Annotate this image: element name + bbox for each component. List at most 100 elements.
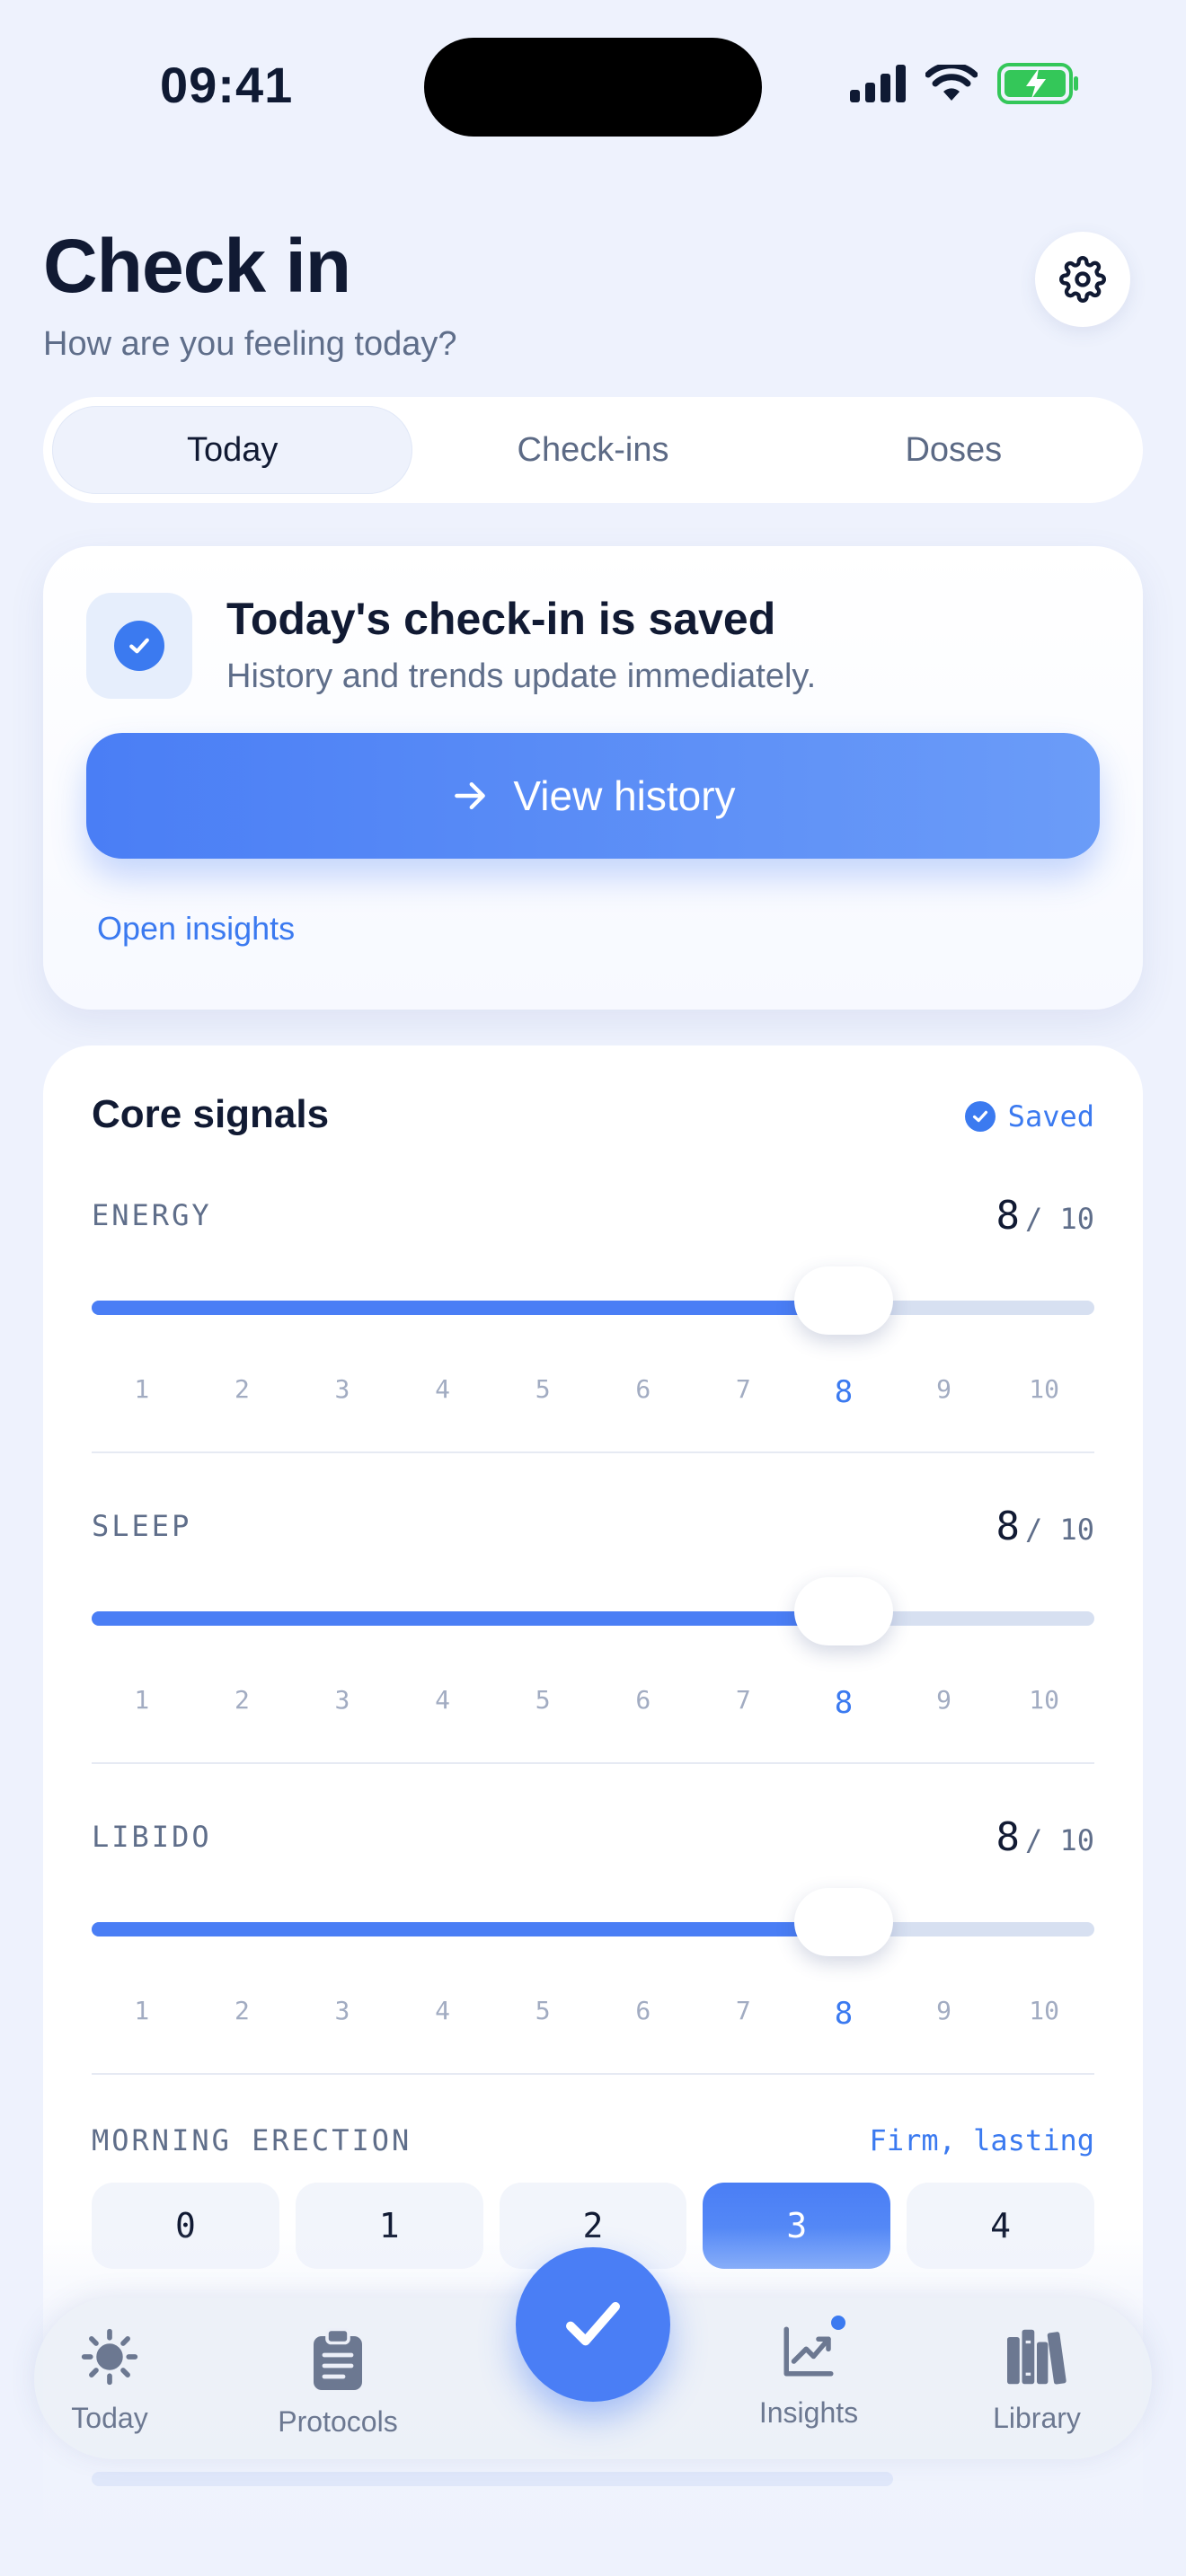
tabbar-label: Protocols bbox=[278, 2405, 398, 2438]
slider-tick[interactable]: 1 bbox=[92, 1374, 192, 1410]
slider-tick[interactable]: 10 bbox=[994, 1374, 1094, 1410]
slider-thumb[interactable] bbox=[794, 1266, 893, 1335]
wifi-icon bbox=[925, 65, 978, 101]
chart-trend-icon bbox=[779, 2316, 845, 2384]
slider-tick[interactable]: 7 bbox=[694, 1996, 794, 2032]
books-icon bbox=[1005, 2325, 1069, 2389]
open-insights-link[interactable]: Open insights bbox=[97, 910, 295, 948]
slider-tick[interactable]: 10 bbox=[994, 1996, 1094, 2032]
metric-value: 8 / 10 bbox=[996, 1504, 1094, 1549]
saved-title: Today's check-in is saved bbox=[226, 594, 776, 644]
notification-dot bbox=[831, 2316, 845, 2330]
slider-tick[interactable]: 4 bbox=[393, 1996, 493, 2032]
slider-thumb[interactable] bbox=[794, 1888, 893, 1956]
slider-tick[interactable]: 5 bbox=[492, 1374, 593, 1410]
slider-tick[interactable]: 7 bbox=[694, 1685, 794, 1721]
slider-tick[interactable]: 6 bbox=[593, 1685, 694, 1721]
slider-tick[interactable]: 4 bbox=[393, 1374, 493, 1410]
settings-button[interactable] bbox=[1035, 232, 1130, 327]
slider-tick[interactable]: 8 bbox=[793, 1374, 894, 1410]
morning-erection-value: Firm, lasting bbox=[869, 2123, 1094, 2157]
tabbar-item-today[interactable]: Today bbox=[38, 2325, 181, 2435]
energy-metric: ENERGY 8 / 10 1 2 3 4 5 6 7 8 9 10 bbox=[92, 1193, 1094, 1509]
slider-tick[interactable]: 1 bbox=[92, 1685, 192, 1721]
saved-check-tile bbox=[86, 593, 192, 699]
metric-label: LIBIDO bbox=[92, 1820, 212, 1854]
gear-icon bbox=[1059, 256, 1106, 303]
view-history-button[interactable]: View history bbox=[86, 733, 1100, 859]
slider-tick[interactable]: 8 bbox=[793, 1685, 894, 1721]
metric-value-number: 8 bbox=[996, 1504, 1020, 1549]
tab-doses[interactable]: Doses bbox=[774, 406, 1134, 494]
saved-indicator-label: Saved bbox=[1007, 1099, 1094, 1134]
check-in-fab[interactable] bbox=[516, 2247, 670, 2402]
energy-slider[interactable] bbox=[92, 1266, 1094, 1335]
tabbar-item-protocols[interactable]: Protocols bbox=[266, 2328, 410, 2439]
battery-charging-icon bbox=[997, 63, 1078, 104]
slider-tick[interactable]: 3 bbox=[292, 1996, 393, 2032]
slider-tick[interactable]: 3 bbox=[292, 1374, 393, 1410]
slider-tick[interactable]: 4 bbox=[393, 1685, 493, 1721]
slider-tick[interactable]: 5 bbox=[492, 1685, 593, 1721]
cellular-signal-icon bbox=[850, 65, 906, 102]
sleep-slider[interactable] bbox=[92, 1577, 1094, 1645]
slider-tick[interactable]: 1 bbox=[92, 1996, 192, 2032]
metric-value: 8 / 10 bbox=[996, 1814, 1094, 1860]
sleep-metric: SLEEP 8 / 10 1 2 3 4 5 6 7 8 9 10 bbox=[92, 1504, 1094, 1820]
slider-tick[interactable]: 2 bbox=[192, 1685, 293, 1721]
tabbar-label: Library bbox=[993, 2402, 1081, 2434]
slider-ticks: 1 2 3 4 5 6 7 8 9 10 bbox=[92, 1374, 1094, 1410]
slider-thumb[interactable] bbox=[794, 1577, 893, 1645]
sun-icon bbox=[79, 2325, 140, 2389]
slider-tick[interactable]: 8 bbox=[793, 1996, 894, 2032]
metric-value-number: 8 bbox=[996, 1814, 1020, 1860]
metric-value-max: / 10 bbox=[1024, 1513, 1094, 1547]
metric-value: 8 / 10 bbox=[996, 1193, 1094, 1239]
slider-tick[interactable]: 3 bbox=[292, 1685, 393, 1721]
tab-check-ins[interactable]: Check-ins bbox=[412, 406, 773, 494]
tabbar-item-insights[interactable]: Insights bbox=[737, 2316, 881, 2430]
scroll-content-peek bbox=[92, 2472, 893, 2486]
slider-tick[interactable]: 9 bbox=[894, 1374, 995, 1410]
slider-tick[interactable]: 7 bbox=[694, 1374, 794, 1410]
slider-tick[interactable]: 6 bbox=[593, 1374, 694, 1410]
segmented-tabs: Today Check-ins Doses bbox=[43, 397, 1143, 503]
saved-indicator: Saved bbox=[964, 1099, 1094, 1134]
saved-status-card: Today's check-in is saved History and tr… bbox=[43, 546, 1143, 1010]
slider-tick[interactable]: 2 bbox=[192, 1996, 293, 2032]
tab-today[interactable]: Today bbox=[52, 406, 413, 494]
slider-ticks: 1 2 3 4 5 6 7 8 9 10 bbox=[92, 1685, 1094, 1721]
metric-value-max: / 10 bbox=[1024, 1823, 1094, 1857]
slider-tick[interactable]: 5 bbox=[492, 1996, 593, 2032]
divider bbox=[92, 1451, 1094, 1453]
slider-tick[interactable]: 9 bbox=[894, 1685, 995, 1721]
libido-metric: LIBIDO 8 / 10 1 2 3 4 5 6 7 8 9 10 bbox=[92, 1814, 1094, 2130]
checkmark-icon bbox=[566, 2302, 620, 2346]
slider-fill bbox=[92, 1301, 844, 1315]
arrow-right-icon bbox=[455, 781, 486, 810]
dynamic-island bbox=[424, 38, 762, 137]
status-bar: 09:41 bbox=[0, 0, 1186, 171]
slider-tick[interactable]: 2 bbox=[192, 1374, 293, 1410]
morning-erection-label: MORNING ERECTION bbox=[92, 2123, 412, 2157]
view-history-label: View history bbox=[513, 772, 736, 819]
core-signals-title: Core signals bbox=[92, 1092, 330, 1136]
tabbar-label: Insights bbox=[758, 2396, 859, 2429]
metric-label: ENERGY bbox=[92, 1198, 212, 1232]
slider-tick[interactable]: 6 bbox=[593, 1996, 694, 2032]
slider-tick[interactable]: 10 bbox=[994, 1685, 1094, 1721]
page-subtitle: How are you feeling today? bbox=[43, 325, 457, 363]
slider-tick[interactable]: 9 bbox=[894, 1996, 995, 2032]
status-time: 09:41 bbox=[160, 57, 294, 113]
page-title: Check in bbox=[43, 224, 351, 308]
tabbar-label: Today bbox=[71, 2402, 148, 2434]
status-icons bbox=[850, 63, 1080, 104]
metric-value-number: 8 bbox=[996, 1193, 1020, 1239]
libido-slider[interactable] bbox=[92, 1888, 1094, 1956]
saved-check-icon bbox=[964, 1101, 996, 1132]
tabbar-item-library[interactable]: Library bbox=[965, 2325, 1109, 2435]
clipboard-icon bbox=[311, 2328, 365, 2393]
slider-fill bbox=[92, 1611, 844, 1626]
divider bbox=[92, 1762, 1094, 1764]
slider-fill bbox=[92, 1922, 844, 1936]
